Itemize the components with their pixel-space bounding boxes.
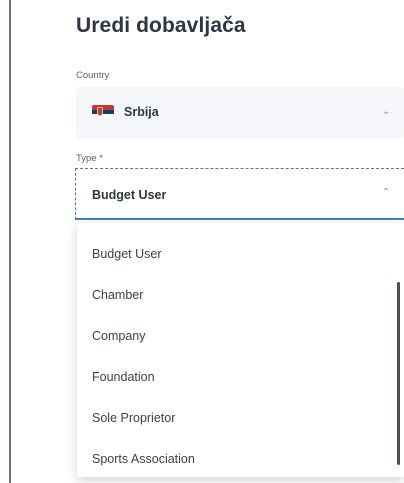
type-label: Type *: [76, 153, 103, 164]
serbia-flag-icon: [92, 105, 114, 119]
page-title: Uredi dobavljača: [76, 14, 246, 37]
left-divider: [9, 0, 11, 483]
country-label: Country: [76, 70, 110, 81]
type-option-budget-user[interactable]: Budget User: [92, 247, 161, 261]
type-option-chamber[interactable]: Chamber: [92, 288, 143, 302]
type-option-sports-association[interactable]: Sports Association: [92, 452, 195, 466]
type-option-sole-proprietor[interactable]: Sole Proprietor: [92, 411, 175, 425]
type-dropdown: Budget User Chamber Company Foundation S…: [77, 223, 404, 477]
type-option-company[interactable]: Company: [92, 329, 146, 343]
country-select[interactable]: Srbija ⌄: [76, 87, 404, 139]
chevron-up-icon: ⌃: [382, 187, 391, 198]
dropdown-scrollbar[interactable]: [397, 282, 400, 465]
type-value: Budget User: [92, 188, 167, 202]
type-select[interactable]: Budget User ⌃: [75, 168, 404, 220]
country-value: Srbija: [124, 105, 159, 119]
type-option-foundation[interactable]: Foundation: [92, 370, 155, 384]
chevron-down-icon: ⌄: [382, 106, 391, 117]
